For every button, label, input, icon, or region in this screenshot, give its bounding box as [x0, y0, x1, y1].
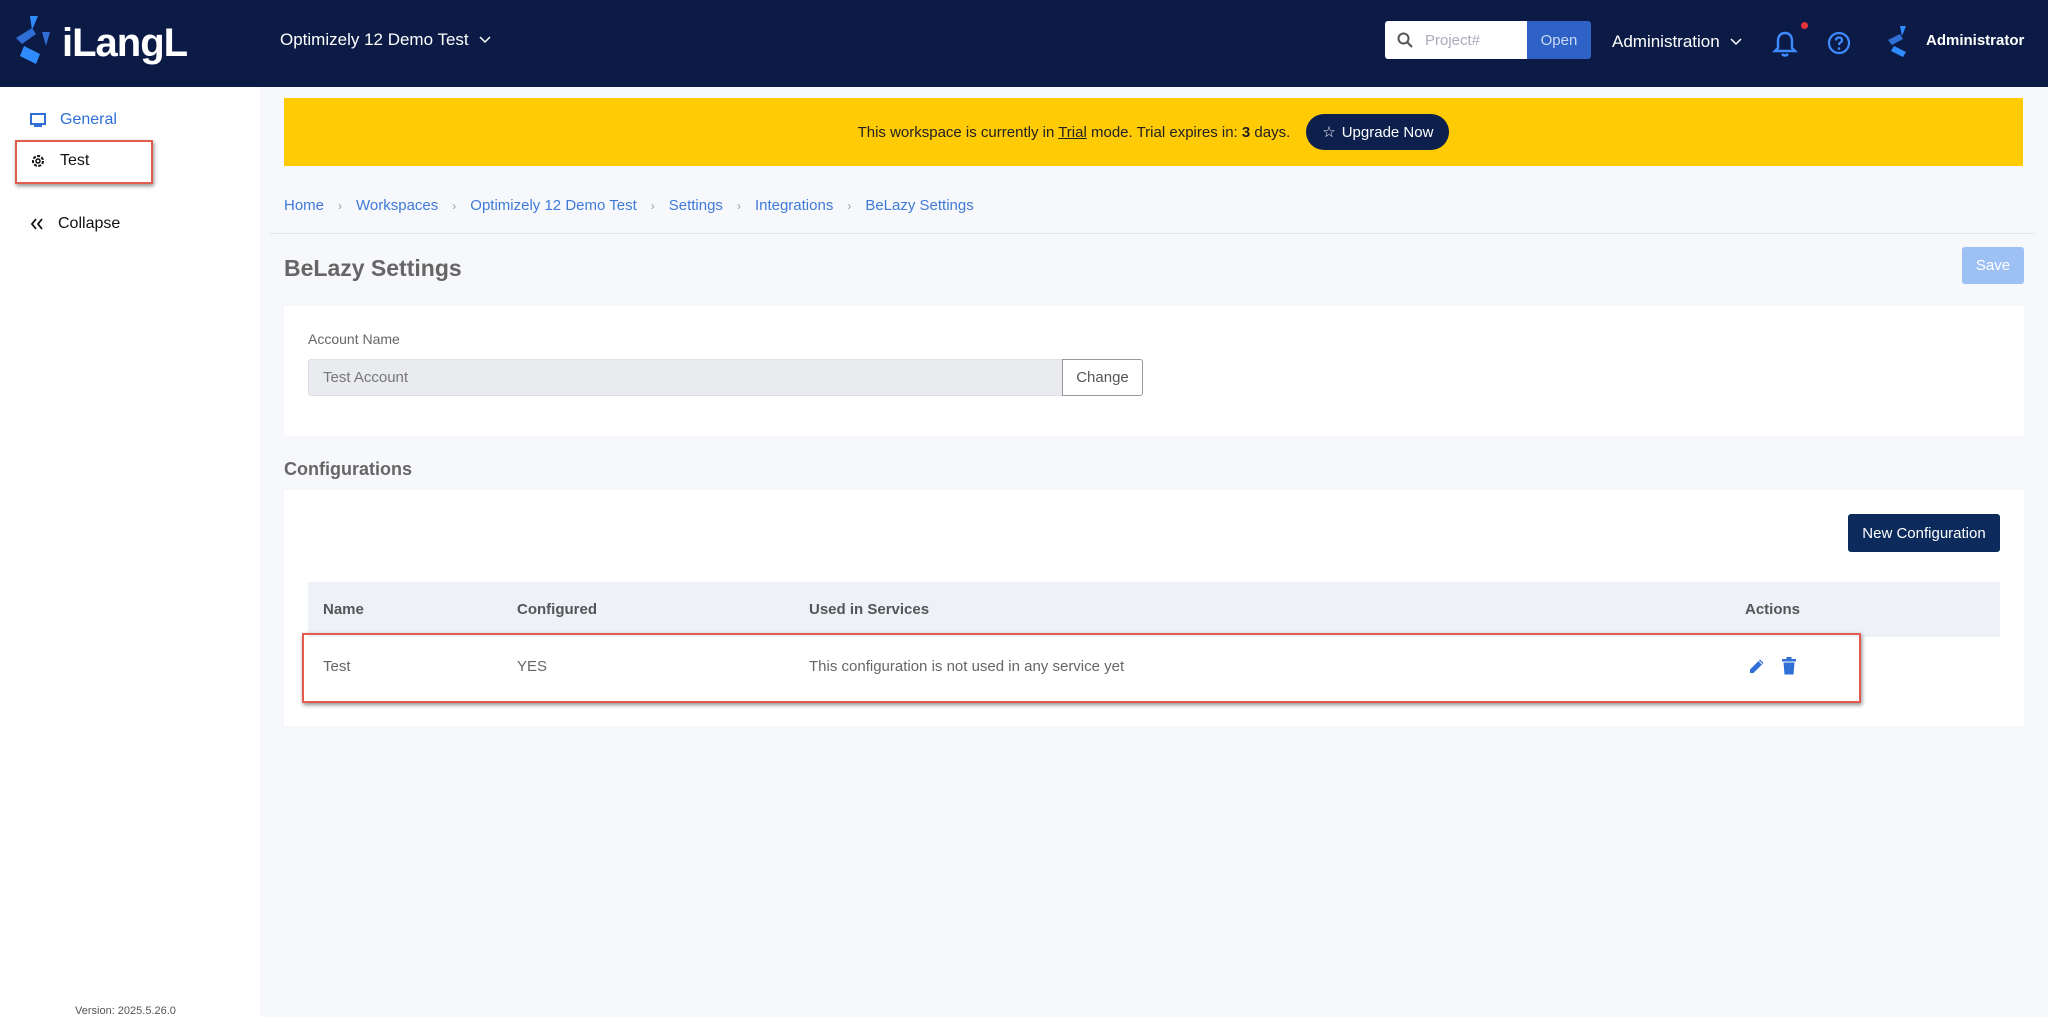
breadcrumb-workspace[interactable]: Optimizely 12 Demo Test [470, 197, 636, 214]
breadcrumb-workspaces[interactable]: Workspaces [356, 197, 438, 214]
highlight-box [15, 140, 153, 184]
sidebar-item-label: Collapse [58, 215, 121, 232]
column-header-name: Name [323, 601, 364, 618]
breadcrumb-current[interactable]: BeLazy Settings [865, 197, 973, 214]
notification-dot [1801, 22, 1808, 29]
sidebar-collapse-button[interactable]: Collapse [20, 207, 150, 241]
chevron-right-icon: › [452, 198, 457, 213]
chevron-down-icon [479, 36, 491, 44]
administration-menu[interactable]: Administration [1612, 32, 1742, 52]
new-configuration-button[interactable]: New Configuration [1848, 514, 2000, 552]
chevron-right-icon: › [650, 198, 655, 213]
change-account-button[interactable]: Change [1062, 359, 1143, 396]
column-header-used: Used in Services [809, 601, 930, 618]
search-icon [1397, 32, 1413, 48]
logo-icon [16, 16, 50, 64]
trial-banner: This workspace is currently in Trial mod… [284, 98, 2023, 166]
table-header: Name Configured Used in Services Actions [308, 582, 2000, 637]
trial-message-prefix: This workspace is currently in [857, 123, 1055, 141]
workspace-name: Optimizely 12 Demo Test [280, 30, 469, 49]
chevron-right-icon: › [847, 198, 852, 213]
divider [270, 233, 2035, 234]
project-search [1385, 21, 1527, 59]
administration-label: Administration [1612, 32, 1720, 51]
trial-days: 3 [1241, 123, 1251, 141]
sidebar: General Test Collapse Version: 2025.5.26… [0, 87, 260, 1017]
version-label: Version: 2025.5.26.0 [75, 1005, 176, 1017]
ilangl-logo[interactable]: iLangL [10, 12, 188, 74]
chevron-right-icon: › [338, 198, 343, 213]
workspace-selector[interactable]: Optimizely 12 Demo Test [280, 30, 491, 50]
breadcrumb-home[interactable]: Home [284, 197, 324, 214]
breadcrumb-settings[interactable]: Settings [669, 197, 723, 214]
account-name-label: Account Name [308, 331, 400, 347]
column-header-configured: Configured [517, 601, 597, 618]
configurations-title: Configurations [284, 459, 412, 479]
logo-text: iLangL [62, 20, 188, 65]
page-title: BeLazy Settings [284, 255, 462, 281]
trial-message-mid: mode. Trial expires in: [1090, 123, 1238, 141]
save-button[interactable]: Save [1962, 247, 2024, 284]
bell-icon[interactable] [1772, 30, 1798, 58]
sidebar-item-general[interactable]: General [20, 103, 150, 137]
breadcrumb-integrations[interactable]: Integrations [755, 197, 833, 214]
account-card: Account Name Change [284, 306, 2024, 436]
monitor-icon [30, 113, 46, 127]
account-name-field[interactable] [308, 359, 1063, 396]
double-chevron-left-icon [30, 218, 43, 230]
chevron-down-icon [1730, 38, 1742, 46]
top-navbar: iLangL Optimizely 12 Demo Test Open Admi… [0, 0, 2048, 87]
column-header-actions: Actions [1745, 601, 1801, 618]
project-search-input[interactable] [1425, 31, 1515, 49]
trial-message: This workspace is currently in Trial mod… [858, 124, 1291, 141]
breadcrumb: Home › Workspaces › Optimizely 12 Demo T… [284, 197, 974, 214]
chevron-right-icon: › [736, 198, 741, 213]
upgrade-label: Upgrade Now [1341, 123, 1434, 141]
help-icon[interactable] [1827, 31, 1851, 55]
user-avatar-icon[interactable] [1884, 24, 1916, 58]
upgrade-now-button[interactable]: ☆ Upgrade Now [1306, 114, 1450, 150]
trial-link[interactable]: Trial [1058, 124, 1087, 141]
star-icon: ☆ [1322, 124, 1336, 141]
open-project-button[interactable]: Open [1527, 21, 1591, 59]
trial-message-suffix: days. [1254, 123, 1291, 141]
sidebar-item-label: General [60, 111, 117, 128]
highlight-box [302, 633, 1861, 703]
user-name[interactable]: Administrator [1926, 32, 2024, 49]
